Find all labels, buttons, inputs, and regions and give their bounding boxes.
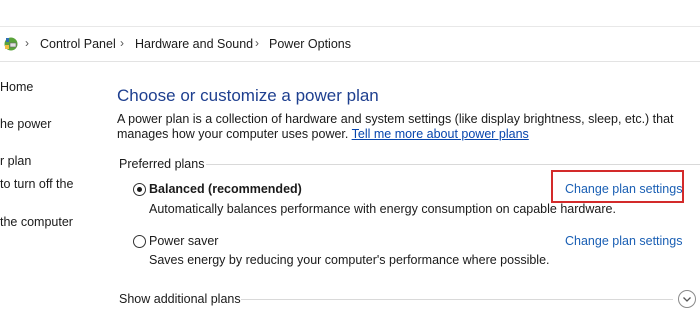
plan-description-power-saver: Saves energy by reducing your computer's… xyxy=(149,253,550,267)
sidebar-item-power-buttons[interactable]: he power xyxy=(0,117,51,131)
show-additional-plans-label[interactable]: Show additional plans xyxy=(119,292,241,306)
balanced-radio[interactable] xyxy=(133,183,146,196)
section-divider xyxy=(206,164,700,165)
breadcrumb-chevron-icon: › xyxy=(25,36,29,50)
sidebar-item-display-off[interactable]: to turn off the xyxy=(0,177,73,191)
breadcrumb-chevron-icon: › xyxy=(120,36,124,50)
change-plan-settings-power-saver-link[interactable]: Change plan settings xyxy=(565,234,682,248)
expand-chevron-icon[interactable] xyxy=(678,290,696,308)
learn-more-link[interactable]: Tell me more about power plans xyxy=(352,127,529,141)
plan-description-balanced: Automatically balances performance with … xyxy=(149,202,616,216)
page-title: Choose or customize a power plan xyxy=(117,86,379,105)
sidebar-item-create-plan[interactable]: r plan xyxy=(0,154,31,168)
breadcrumb-hardware-and-sound[interactable]: Hardware and Sound xyxy=(135,37,253,51)
control-panel-icon xyxy=(4,37,18,51)
plan-name-balanced[interactable]: Balanced (recommended) xyxy=(149,182,302,196)
breadcrumb-control-panel[interactable]: Control Panel xyxy=(40,37,116,51)
sidebar-item-home[interactable]: Home xyxy=(0,80,33,94)
breadcrumb-power-options[interactable]: Power Options xyxy=(269,37,351,51)
breadcrumb-chevron-icon: › xyxy=(255,36,259,50)
preferred-plans-label: Preferred plans xyxy=(119,157,205,171)
sidebar-item-sleep[interactable]: the computer xyxy=(0,215,73,229)
plan-name-power-saver[interactable]: Power saver xyxy=(149,234,218,248)
address-bar[interactable]: › Control Panel › Hardware and Sound › P… xyxy=(0,26,700,62)
section-divider xyxy=(241,299,673,300)
radio-selected-dot xyxy=(137,187,142,192)
highlight-box xyxy=(551,170,684,203)
page-description: A power plan is a collection of hardware… xyxy=(117,112,697,142)
power-saver-radio[interactable] xyxy=(133,235,146,248)
